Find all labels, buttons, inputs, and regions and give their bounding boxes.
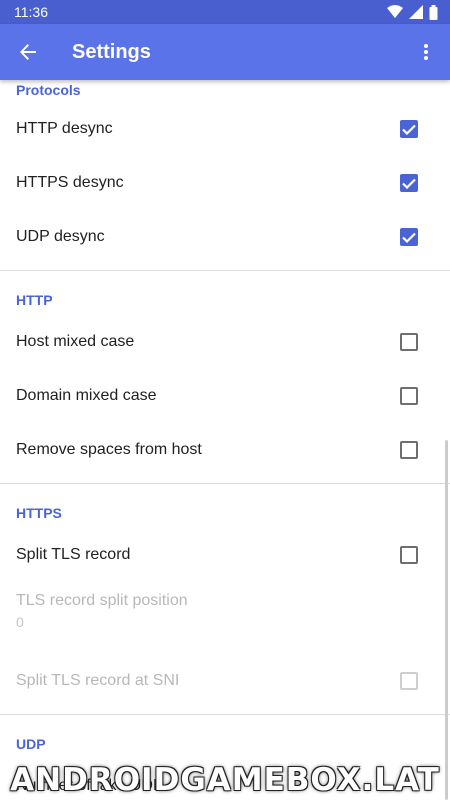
pref-remove-spaces-from-host[interactable]: Remove spaces from host	[0, 423, 450, 477]
pref-split-tls-at-sni: Split TLS record at SNI	[0, 654, 450, 708]
pref-tls-split-position: TLS record split position 0	[0, 582, 450, 654]
checkbox-domain-mixed-case[interactable]	[400, 387, 418, 405]
checkbox-host-mixed-case[interactable]	[400, 333, 418, 351]
app-bar: Settings	[0, 24, 450, 80]
more-vert-icon	[424, 44, 428, 60]
pref-title: Domain mixed case	[16, 387, 157, 404]
checkbox-split-tls-record[interactable]	[400, 546, 418, 564]
pref-title: Remove spaces from host	[16, 441, 202, 458]
back-button[interactable]	[0, 24, 56, 80]
checkbox-https-desync[interactable]	[400, 174, 418, 192]
checkbox-http-desync[interactable]	[400, 120, 418, 138]
pref-title: Split TLS record	[16, 546, 131, 563]
category-protocols: Protocols	[16, 82, 81, 98]
pref-http-desync[interactable]: HTTP desync	[0, 102, 450, 156]
scrollbar[interactable]	[445, 440, 448, 800]
category-http: HTTP	[16, 292, 53, 308]
checkbox-udp-desync[interactable]	[400, 228, 418, 246]
battery-icon	[429, 4, 438, 20]
status-icons	[387, 4, 438, 20]
category-udp: UDP	[16, 736, 46, 752]
signal-icon	[409, 5, 423, 19]
watermark: ANDROIDGAMEBOX.LAT	[10, 762, 440, 798]
pref-title: Host mixed case	[16, 333, 135, 350]
status-time: 11:36	[14, 4, 48, 20]
checkbox-split-tls-at-sni	[400, 672, 418, 690]
pref-title: HTTPS desync	[16, 174, 124, 191]
checkbox-remove-spaces[interactable]	[400, 441, 418, 459]
pref-title: TLS record split position	[16, 592, 188, 609]
status-bar: 11:36	[0, 0, 450, 24]
pref-title: UDP desync	[16, 228, 105, 245]
more-options-button[interactable]	[402, 24, 450, 80]
page-title: Settings	[72, 40, 151, 63]
pref-split-tls-record[interactable]: Split TLS record	[0, 528, 450, 582]
wifi-icon	[387, 5, 403, 18]
pref-host-mixed-case[interactable]: Host mixed case	[0, 315, 450, 369]
settings-list[interactable]: Protocols HTTP desync HTTPS desync UDP d…	[0, 80, 450, 800]
check-icon	[402, 178, 416, 189]
pref-title: HTTP desync	[16, 120, 113, 137]
pref-title: Split TLS record at SNI	[16, 672, 180, 689]
pref-domain-mixed-case[interactable]: Domain mixed case	[0, 369, 450, 423]
check-icon	[402, 232, 416, 243]
category-https: HTTPS	[16, 505, 62, 521]
check-icon	[402, 124, 416, 135]
pref-udp-desync[interactable]: UDP desync	[0, 210, 450, 264]
arrow-back-icon	[20, 44, 36, 60]
pref-summary: 0	[16, 614, 24, 630]
pref-https-desync[interactable]: HTTPS desync	[0, 156, 450, 210]
